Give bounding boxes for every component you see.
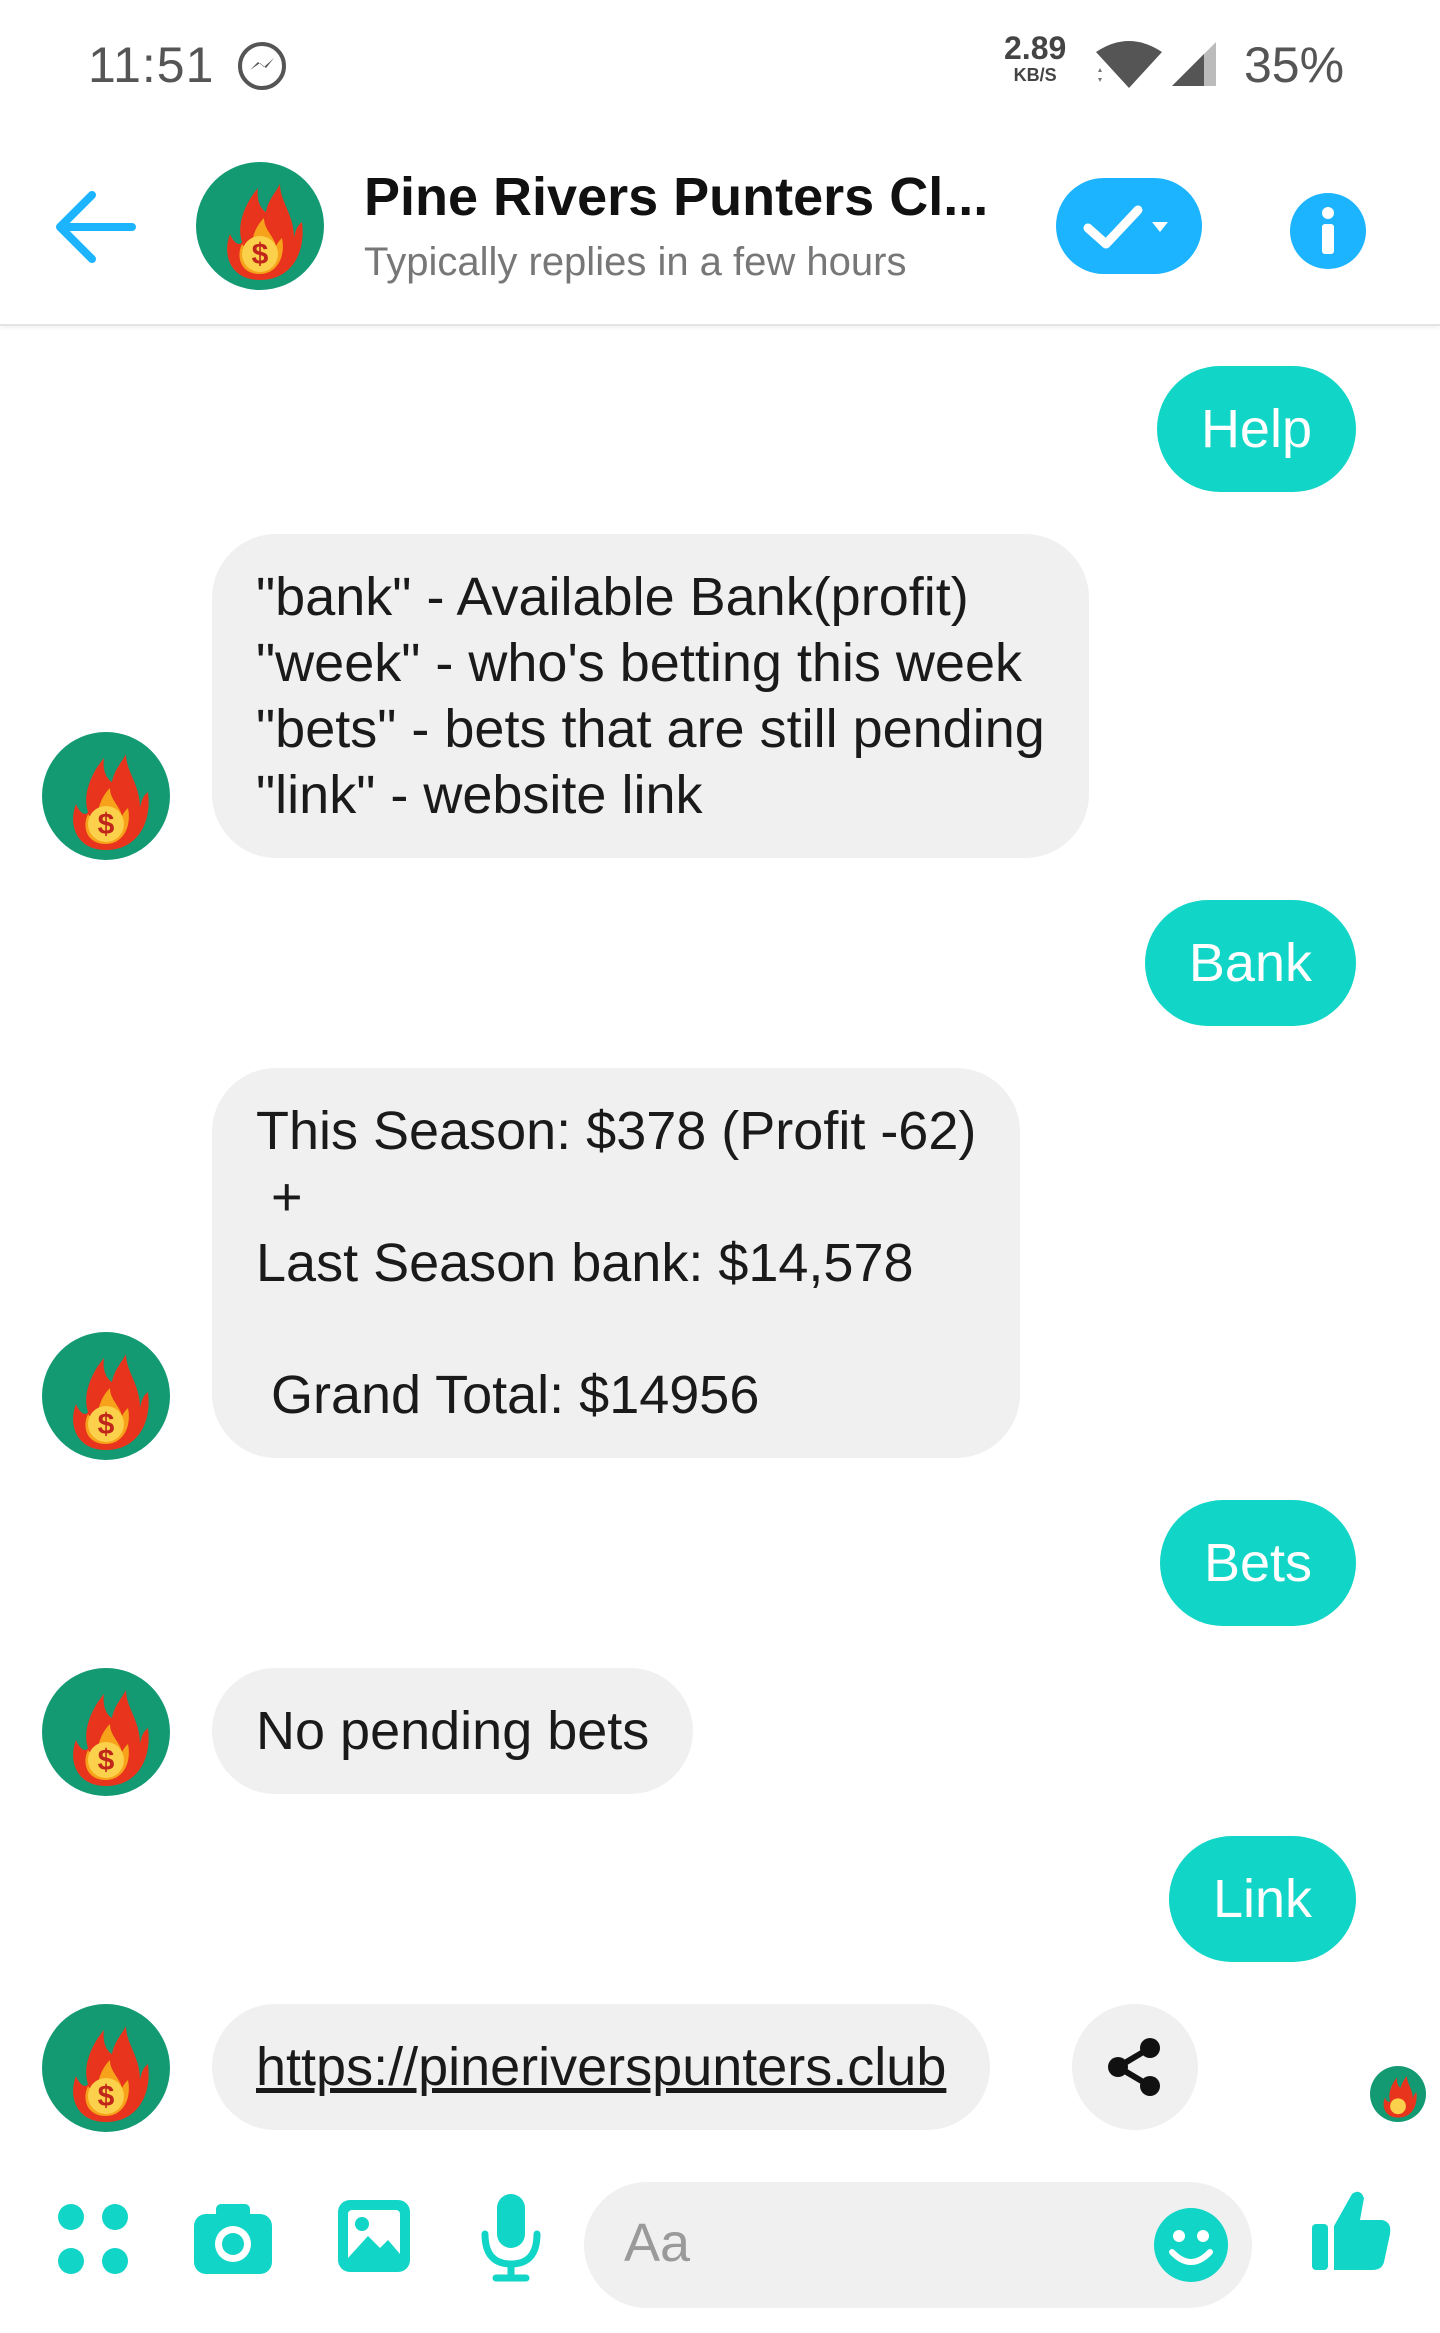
mark-done-button[interactable]: [1056, 178, 1202, 274]
svg-text:$: $: [98, 2080, 115, 2113]
speed-value: 2.89: [1004, 30, 1067, 66]
wifi-icon: [1096, 41, 1162, 88]
share-button[interactable]: [1072, 2004, 1198, 2130]
checkmark-dropdown-icon: [1083, 205, 1168, 249]
outgoing-message[interactable]: Help: [1156, 366, 1356, 492]
avatar-icon: $: [42, 732, 170, 860]
response-time-subtitle: Typically replies in a few hours: [364, 240, 907, 284]
network-speed: 2.89 KB/S: [1004, 32, 1066, 84]
incoming-message[interactable]: No pending bets: [212, 1668, 694, 1794]
gallery-icon[interactable]: [336, 2198, 412, 2274]
sender-avatar[interactable]: $: [42, 1332, 170, 1460]
battery-level: 35%: [1244, 37, 1345, 93]
status-bar: 11:51 2.89 KB/S 35%: [0, 0, 1440, 130]
apps-icon[interactable]: [56, 2202, 130, 2276]
outgoing-message[interactable]: Link: [1168, 1836, 1356, 1962]
sender-avatar[interactable]: $: [42, 2004, 170, 2132]
back-arrow-icon[interactable]: [52, 187, 138, 267]
chat-header: $ Pine Rivers Punters Cl... Typically re…: [0, 130, 1440, 326]
avatar-icon: $: [42, 1668, 170, 1796]
sender-avatar[interactable]: $: [42, 1668, 170, 1796]
link-message[interactable]: https://pineriverspunters.club: [212, 2004, 991, 2130]
svg-text:$: $: [98, 808, 115, 841]
avatar-icon: $: [42, 1332, 170, 1460]
thumbs-up-icon[interactable]: [1310, 2188, 1392, 2274]
messenger-icon: [238, 42, 286, 90]
incoming-message[interactable]: This Season: $378 (Profit -62) + Last Se…: [212, 1068, 1021, 1458]
message-input[interactable]: Aa: [584, 2182, 1252, 2308]
message-input-placeholder: Aa: [624, 2213, 691, 2273]
outgoing-message[interactable]: Bets: [1159, 1500, 1356, 1626]
outgoing-message[interactable]: Bank: [1144, 900, 1356, 1026]
sender-avatar[interactable]: $: [42, 732, 170, 860]
camera-icon[interactable]: [192, 2200, 274, 2276]
share-icon: [1108, 2038, 1160, 2096]
microphone-icon[interactable]: [480, 2192, 542, 2282]
page-avatar[interactable]: $: [196, 162, 324, 290]
svg-text:$: $: [252, 238, 269, 271]
emoji-icon[interactable]: [1152, 2206, 1230, 2284]
svg-text:$: $: [98, 1408, 115, 1441]
avatar-icon: $: [42, 2004, 170, 2132]
cell-signal-icon: [1172, 42, 1216, 86]
status-time: 11:51: [88, 37, 215, 93]
seen-avatar-icon: [1370, 2066, 1426, 2122]
page-title: Pine Rivers Punters Cl...: [364, 167, 989, 227]
info-icon[interactable]: [1290, 193, 1366, 269]
speed-unit: KB/S: [1013, 65, 1057, 85]
message-composer: Aa: [0, 2160, 1440, 2333]
incoming-message[interactable]: "bank" - Available Bank(profit) "week" -…: [212, 534, 1089, 858]
svg-text:$: $: [98, 1744, 115, 1777]
